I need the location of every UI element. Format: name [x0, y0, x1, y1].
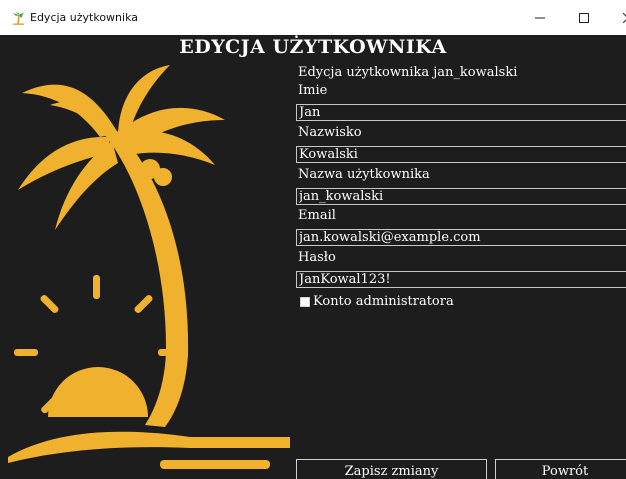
first-name-field[interactable] [296, 104, 626, 121]
first-name-label: Imie [298, 83, 328, 98]
maximize-button[interactable] [562, 0, 606, 35]
last-name-field[interactable] [296, 146, 626, 163]
minimize-button[interactable] [518, 0, 562, 35]
close-button[interactable] [606, 0, 626, 35]
maximize-icon [579, 12, 589, 23]
email-label: Email [298, 208, 336, 223]
minimize-icon [535, 17, 545, 18]
password-label: Hasło [298, 250, 336, 265]
admin-checkbox-label[interactable]: Konto administratora [313, 294, 454, 309]
palm-tree-sunset-logo [8, 65, 290, 469]
username-label: Nazwa użytkownika [298, 167, 430, 182]
palm-tree-icon [13, 11, 24, 25]
admin-checkbox-row[interactable]: Konto administratora [300, 294, 454, 309]
page-title: EDYCJA UŻYTKOWNIKA [179, 36, 447, 58]
title-bar[interactable]: Edycja użytkownika [0, 0, 626, 35]
window-title: Edycja użytkownika [30, 11, 139, 24]
back-button[interactable]: Powrót [495, 459, 626, 479]
username-field[interactable] [296, 188, 626, 205]
password-field[interactable] [296, 271, 626, 288]
save-button[interactable]: Zapisz zmiany [296, 459, 487, 479]
main-panel: EDYCJA UŻYTKOWNIKA Edycja użytkownika ja… [0, 35, 626, 479]
last-name-label: Nazwisko [298, 125, 362, 140]
admin-checkbox[interactable] [300, 296, 310, 307]
app-window: Edycja użytkownika EDYCJA UŻYTKOWNIKA Ed… [0, 0, 626, 479]
page-subtitle: Edycja użytkownika jan_kowalski [298, 65, 518, 80]
email-field[interactable] [296, 229, 626, 246]
